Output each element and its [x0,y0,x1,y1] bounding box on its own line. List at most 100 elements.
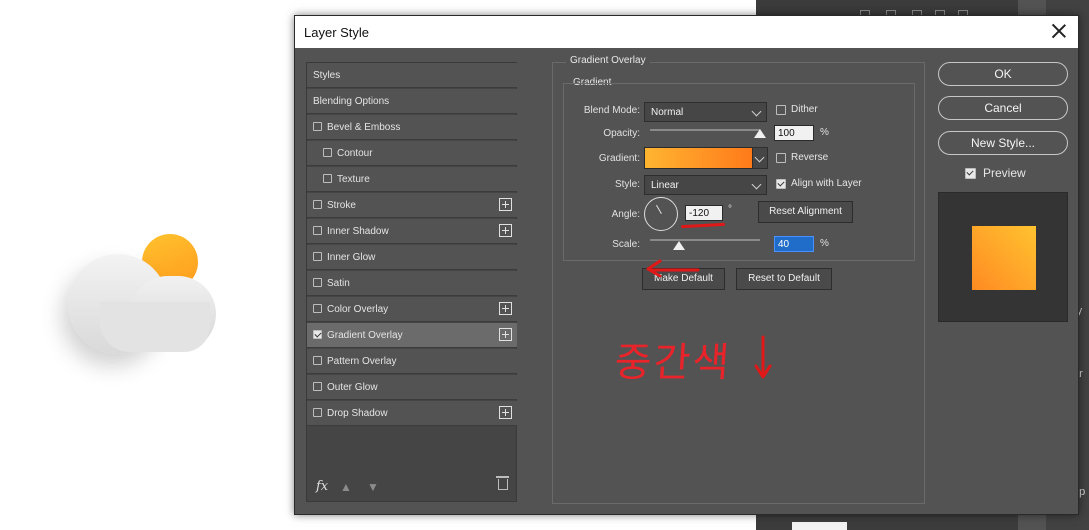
ok-button[interactable]: OK [938,62,1068,86]
style-item-label: Styles [313,70,341,81]
section-title: Gradient Overlay [566,55,650,66]
style-item-pattern-overlay[interactable]: Pattern Overlay [307,349,517,374]
style-item-label: Contour [337,148,373,159]
style-checkbox[interactable] [323,148,332,157]
preview-swatch [972,226,1036,290]
new-style-button[interactable]: New Style... [938,131,1068,155]
scale-unit: % [820,238,829,249]
blend-mode-value: Normal [651,107,684,118]
style-checkbox[interactable] [313,356,322,365]
style-item-inner-shadow[interactable]: Inner Shadow [307,219,517,244]
dither-label: Dither [791,104,818,115]
style-checkbox[interactable] [313,304,322,313]
cancel-button[interactable]: Cancel [938,96,1068,120]
gradient-label: Gradient: [598,153,640,164]
cloud-sun-illustration [60,232,230,362]
move-up-icon[interactable]: ▲ [339,480,353,494]
reverse-checkbox[interactable] [776,153,786,163]
style-item-label: Stroke [327,200,356,211]
handwritten-annotation: 중간색 [613,340,733,386]
style-item-satin[interactable]: Satin [307,271,517,296]
gradient-picker-dropdown[interactable] [752,147,768,169]
scale-label: Scale: [612,239,640,250]
style-item-contour[interactable]: Contour [307,141,517,166]
gradient-swatch[interactable] [644,147,753,169]
style-item-drop-shadow[interactable]: Drop Shadow [307,401,517,426]
angle-dial[interactable] [644,197,678,231]
style-item-label: Texture [337,174,370,185]
style-item-label: Drop Shadow [327,408,388,419]
dither-checkbox[interactable] [776,105,786,115]
style-item-texture[interactable]: Texture [307,167,517,192]
style-item-gradient-overlay[interactable]: Gradient Overlay [307,323,517,348]
dialog-titlebar: Layer Style [295,16,1078,48]
add-effect-icon[interactable] [499,224,512,237]
layer-style-dialog: Layer Style Styles Blending Options Bevel … [294,15,1079,515]
style-checkbox[interactable] [313,122,322,131]
scale-slider-track[interactable] [650,239,760,241]
preview-checkbox[interactable] [965,168,976,179]
chevron-down-icon [751,106,762,117]
align-with-layer-label: Align with Layer [791,178,862,189]
style-checkbox[interactable] [313,252,322,261]
opacity-slider-thumb[interactable] [754,129,766,138]
style-item-outer-glow[interactable]: Outer Glow [307,375,517,400]
align-with-layer-checkbox[interactable] [776,179,786,189]
close-icon[interactable] [1050,22,1068,40]
opacity-input[interactable]: 100 [774,125,814,141]
style-checkbox[interactable] [313,408,322,417]
red-arrow-left-annotation [646,259,700,278]
reset-to-default-button[interactable]: Reset to Default [736,268,832,290]
dialog-title: Layer Style [304,25,370,40]
scale-input[interactable]: 40 [774,236,814,252]
style-item-label: Blending Options [313,96,390,107]
add-effect-icon[interactable] [499,302,512,315]
background-swatch [792,522,847,530]
opacity-label: Opacity: [603,128,640,139]
angle-input[interactable]: -120 [685,205,723,221]
style-item-bevel-emboss[interactable]: Bevel & Emboss [307,115,517,140]
style-item-color-overlay[interactable]: Color Overlay [307,297,517,322]
style-value: Linear [651,180,679,191]
style-checkbox[interactable] [313,330,322,339]
angle-unit: ° [728,204,732,215]
style-checkbox[interactable] [323,174,332,183]
style-item-label: Bevel & Emboss [327,122,401,133]
style-label: Style: [614,179,640,190]
style-checkbox[interactable] [313,278,322,287]
style-checkbox[interactable] [313,226,322,235]
angle-needle [656,204,662,214]
preview-label: Preview [983,166,1026,180]
style-checkbox[interactable] [313,200,322,209]
move-down-icon[interactable]: ▼ [366,480,380,494]
chevron-down-icon [751,179,762,190]
style-item-styles[interactable]: Styles [307,63,517,88]
fx-button[interactable]: fx [316,479,328,494]
style-item-inner-glow[interactable]: Inner Glow [307,245,517,270]
style-item-stroke[interactable]: Stroke [307,193,517,218]
add-effect-icon[interactable] [499,328,512,341]
style-checkbox[interactable] [313,382,322,391]
style-item-label: Outer Glow [327,382,378,393]
blend-mode-select[interactable]: Normal [644,102,767,122]
add-effect-icon[interactable] [499,198,512,211]
opacity-unit: % [820,127,829,138]
gradient-overlay-panel: Gradient Overlay Gradient Blend Mode: No… [552,55,925,504]
style-item-label: Gradient Overlay [327,330,403,341]
style-item-label: Inner Glow [327,252,376,263]
reverse-label: Reverse [791,152,829,163]
style-select[interactable]: Linear [644,175,767,195]
add-effect-icon[interactable] [499,406,512,419]
style-item-label: Color Overlay [327,304,389,315]
opacity-slider-track[interactable] [650,129,760,131]
style-item-label: Pattern Overlay [327,356,397,367]
blend-mode-label: Blend Mode: [583,105,640,116]
styles-list: Styles Blending Options Bevel & Emboss Cont… [306,62,517,502]
style-item-blending-options[interactable]: Blending Options [307,89,517,114]
chevron-down-icon [754,152,765,163]
trash-icon[interactable] [496,476,509,490]
scale-slider-thumb[interactable] [673,241,686,250]
reset-alignment-button[interactable]: Reset Alignment [758,201,853,223]
angle-label: Angle: [611,209,640,220]
red-arrow-down-annotation [754,335,772,379]
